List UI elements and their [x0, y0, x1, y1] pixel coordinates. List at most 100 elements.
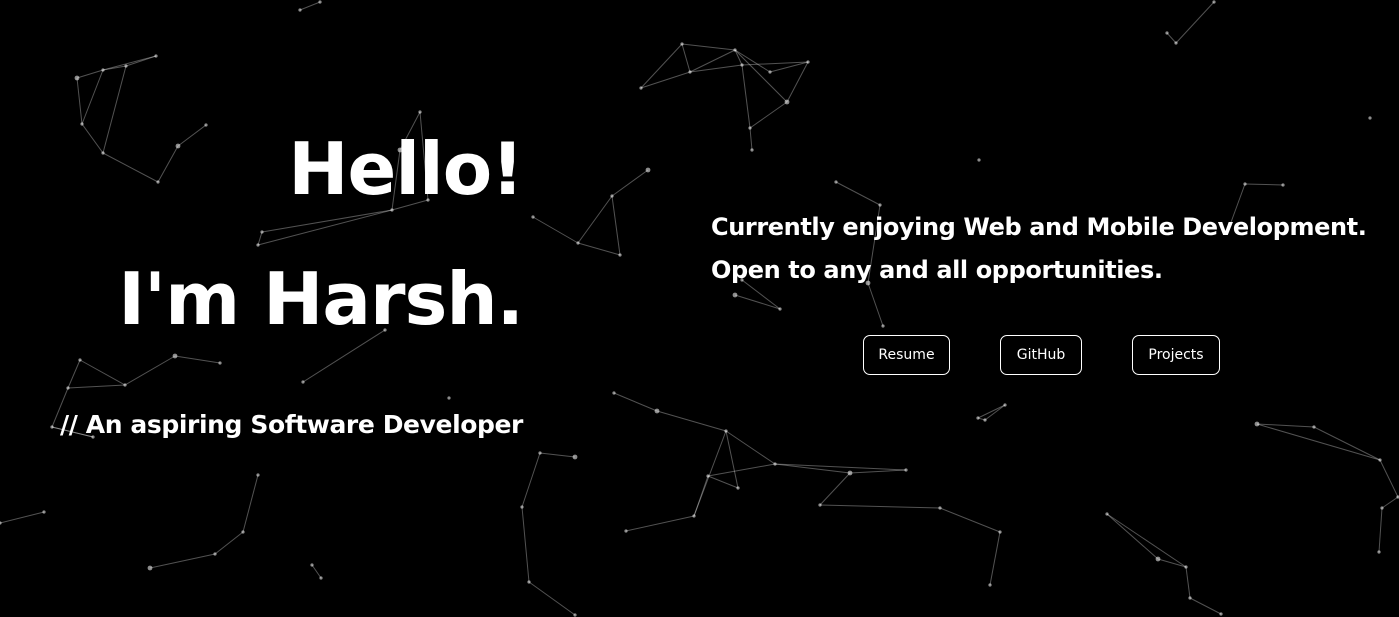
particle-dot: [318, 0, 322, 4]
particle-link: [528, 581, 576, 616]
particle-link: [1175, 1, 1215, 44]
particle-dot: [42, 510, 46, 514]
particle-link: [177, 124, 207, 147]
particle-dot: [538, 451, 542, 455]
particle-dot: [576, 241, 580, 245]
particle-dot: [1155, 556, 1161, 562]
particle-dot: [692, 514, 696, 518]
particle-link: [681, 43, 736, 51]
intro-section: Currently enjoying Web and Mobile Develo…: [711, 206, 1391, 292]
particle-dot: [0, 521, 2, 525]
particle-dot: [733, 48, 737, 52]
particle-dot: [301, 380, 305, 384]
particle-dot: [418, 110, 422, 114]
particle-link: [611, 195, 621, 256]
particle-dot: [1378, 458, 1382, 462]
particle-dot: [881, 324, 885, 328]
particle-dot: [834, 180, 838, 184]
particle-dot: [904, 468, 908, 472]
particle-link: [102, 65, 127, 154]
particle-dot: [724, 429, 728, 433]
particle-dot: [645, 167, 651, 173]
particle-dot: [750, 148, 754, 152]
particle-dot: [740, 63, 744, 67]
particle-dot: [1174, 41, 1178, 45]
particle-dot: [806, 60, 810, 64]
particle-dot: [976, 416, 980, 420]
particle-link: [749, 127, 753, 151]
particle-dot: [818, 503, 822, 507]
particle-dot: [74, 75, 80, 81]
particle-link: [79, 359, 126, 386]
particle-dot: [101, 68, 105, 72]
particle-dot: [572, 454, 578, 460]
particle-dot: [768, 70, 772, 74]
particle-link: [707, 475, 739, 489]
particle-link: [984, 404, 1006, 421]
particle-link: [625, 515, 695, 532]
particle-dot: [706, 474, 710, 478]
particle-dot: [310, 563, 314, 567]
particle-link: [734, 294, 781, 310]
particle-dot: [1254, 421, 1260, 427]
particle-dot: [847, 470, 853, 476]
particle-link: [749, 101, 788, 129]
particle-link: [257, 231, 263, 246]
particle-dot: [447, 396, 451, 400]
particle-link: [977, 404, 1006, 419]
particle-dot: [172, 353, 178, 359]
particle-dot: [123, 383, 127, 387]
particle-link: [1106, 513, 1187, 568]
particle-dot: [147, 565, 153, 571]
particle-link: [102, 152, 159, 183]
particle-link: [1157, 558, 1187, 568]
particle-dot: [213, 552, 217, 556]
particle-link: [1189, 597, 1222, 615]
resume-button[interactable]: Resume: [863, 335, 950, 375]
particle-dot: [612, 391, 616, 395]
particle-link: [707, 463, 776, 477]
particle-dot: [1188, 596, 1192, 600]
particle-link: [1378, 507, 1383, 553]
particle-link: [989, 531, 1001, 586]
particle-link: [539, 452, 576, 458]
greeting-heading: Hello!: [288, 127, 524, 211]
particle-link: [102, 55, 157, 71]
particle-dot: [1243, 182, 1247, 186]
particle-dot: [218, 361, 222, 365]
particle-dot: [50, 425, 54, 429]
particle-dot: [66, 386, 70, 390]
particle-dot: [527, 580, 531, 584]
particle-link: [67, 359, 81, 389]
particle-link: [311, 564, 322, 579]
name-heading: I'm Harsh.: [118, 257, 524, 341]
github-button[interactable]: GitHub: [1000, 335, 1082, 375]
particle-dot: [680, 42, 684, 46]
particle-link: [734, 49, 788, 103]
particle-dot: [998, 530, 1002, 534]
particle-link: [835, 181, 881, 206]
particle-link: [741, 64, 751, 129]
particle-dot: [1380, 506, 1384, 510]
particle-dot: [101, 151, 105, 155]
particle-dot: [175, 143, 181, 149]
particle-link: [849, 469, 907, 474]
particle-link: [725, 430, 776, 465]
particle-dot: [204, 123, 208, 127]
particle-link: [786, 61, 809, 103]
particle-dot: [298, 8, 302, 12]
particle-dot: [778, 307, 782, 311]
particle-link: [67, 384, 126, 389]
projects-button[interactable]: Projects: [1132, 335, 1220, 375]
particle-dot: [1312, 425, 1316, 429]
particle-link: [157, 145, 179, 183]
particle-link: [577, 195, 613, 244]
particle-dot: [977, 158, 981, 162]
particle-dot: [80, 122, 84, 126]
particle-dot: [736, 486, 740, 490]
particle-dot: [1219, 612, 1223, 616]
particle-dot: [732, 292, 738, 298]
particle-dot: [256, 243, 260, 247]
particle-link: [577, 242, 621, 256]
particle-dot: [610, 194, 614, 198]
